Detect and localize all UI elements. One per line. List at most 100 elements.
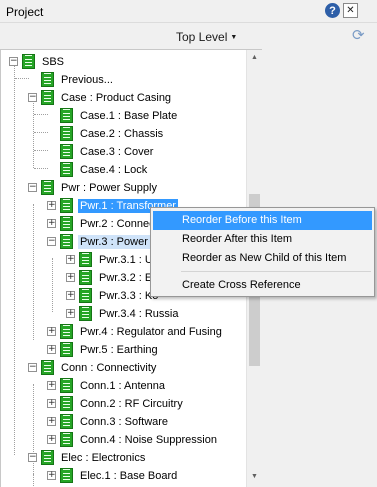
document-icon (22, 54, 35, 69)
tree-item-pwr-3-3[interactable]: + Pwr.3.3 : Ko (66, 287, 160, 304)
tree-item-pwr-5[interactable]: + Pwr.5 : Earthing (47, 341, 160, 358)
tree-item-label: Conn.2 : RF Circuitry (80, 397, 183, 410)
panel-title-bar: Project ? ✕ (0, 0, 377, 23)
tree-item-case-1[interactable]: Case.1 : Base Plate (47, 107, 179, 124)
toolbar: Top Level ▼ ⟳ (0, 23, 377, 49)
tree-item-label: Pwr.5 : Earthing (80, 343, 158, 356)
tree-item-pwr-3[interactable]: − Pwr.3 : Power C (47, 233, 161, 250)
document-icon (41, 72, 54, 87)
document-icon (79, 288, 92, 303)
tree-item-label: Case.2 : Chassis (80, 127, 164, 140)
close-icon[interactable]: ✕ (343, 3, 358, 18)
document-icon (60, 378, 73, 393)
document-icon (60, 144, 73, 159)
tree-item-label: Conn.1 : Antenna (80, 379, 166, 392)
tree-item-case-4[interactable]: Case.4 : Lock (47, 161, 149, 178)
menu-item-create-cross-reference[interactable]: Create Cross Reference (153, 276, 372, 295)
document-icon (60, 108, 73, 123)
level-dropdown[interactable]: Top Level ▼ (176, 30, 237, 44)
context-menu: Reorder Before this Item Reorder After t… (150, 207, 375, 297)
tree-item-label: SBS (42, 55, 65, 68)
tree-item-label: Pwr : Power Supply (61, 181, 157, 194)
tree-item-label: Pwr.2 : Connec (80, 217, 155, 230)
expand-icon[interactable]: + (66, 291, 75, 300)
tree-item-pwr-3-1[interactable]: + Pwr.3.1 : UI (66, 251, 158, 268)
tree-item-conn-4[interactable]: + Conn.4 : Noise Suppression (47, 431, 219, 448)
chevron-down-icon: ▼ (230, 34, 238, 42)
document-icon (79, 306, 92, 321)
expand-icon[interactable]: + (47, 399, 56, 408)
document-icon (60, 468, 73, 483)
scroll-up-icon[interactable]: ▲ (251, 54, 258, 61)
menu-item-reorder-as-child[interactable]: Reorder as New Child of this Item (153, 249, 372, 268)
document-icon (60, 342, 73, 357)
tree-item-conn-2[interactable]: + Conn.2 : RF Circuitry (47, 395, 185, 412)
refresh-icon[interactable]: ⟳ (352, 28, 370, 44)
expand-icon[interactable]: + (66, 255, 75, 264)
tree-item-label: Elec.1 : Base Board (80, 469, 178, 482)
document-icon (60, 162, 73, 177)
expand-icon[interactable]: + (47, 201, 56, 210)
tree-item-sbs[interactable]: − SBS (9, 53, 66, 70)
collapse-icon[interactable]: − (9, 57, 18, 66)
tree-item-conn-1[interactable]: + Conn.1 : Antenna (47, 377, 167, 394)
level-dropdown-label: Top Level (176, 30, 228, 44)
collapse-icon[interactable]: − (28, 363, 37, 372)
menu-item-reorder-after[interactable]: Reorder After this Item (153, 230, 372, 249)
tree-item-case[interactable]: − Case : Product Casing (28, 89, 173, 106)
document-icon (60, 234, 73, 249)
document-icon (79, 270, 92, 285)
document-icon (41, 90, 54, 105)
expand-icon[interactable]: + (47, 435, 56, 444)
tree-item-label: Conn : Connectivity (61, 361, 157, 374)
collapse-icon[interactable]: − (47, 237, 56, 246)
help-icon[interactable]: ? (325, 3, 340, 18)
tree-item-label: Pwr.3 : Power C (78, 234, 161, 249)
menu-separator (181, 271, 371, 272)
tree-item-conn[interactable]: − Conn : Connectivity (28, 359, 158, 376)
tree-item-label: Conn.4 : Noise Suppression (80, 433, 217, 446)
expand-icon[interactable]: + (47, 345, 56, 354)
menu-item-reorder-before[interactable]: Reorder Before this Item (153, 211, 372, 230)
collapse-icon[interactable]: − (28, 453, 37, 462)
tree-item-label: Conn.3 : Software (80, 415, 169, 428)
document-icon (60, 198, 73, 213)
expand-icon[interactable]: + (66, 309, 75, 318)
tree-item-case-3[interactable]: Case.3 : Cover (47, 143, 155, 160)
tree-item-pwr-3-2[interactable]: + Pwr.3.2 : EU (66, 269, 162, 286)
expand-icon[interactable]: + (66, 273, 75, 282)
document-icon (60, 432, 73, 447)
tree-item-conn-3[interactable]: + Conn.3 : Software (47, 413, 170, 430)
tree-item-pwr-2[interactable]: + Pwr.2 : Connec (47, 215, 157, 232)
document-icon (60, 126, 73, 141)
tree-item-label: Case.4 : Lock (80, 163, 148, 176)
expand-icon[interactable]: + (47, 417, 56, 426)
tree-item-label: Case.1 : Base Plate (80, 109, 178, 122)
expand-icon[interactable]: + (47, 219, 56, 228)
tree-item-pwr-3-4[interactable]: + Pwr.3.4 : Russia (66, 305, 180, 322)
tree-item-label: Pwr.3.4 : Russia (99, 307, 179, 320)
tree-item-label: Pwr.4 : Regulator and Fusing (80, 325, 222, 338)
document-icon (41, 180, 54, 195)
expand-icon[interactable]: + (47, 381, 56, 390)
collapse-icon[interactable]: − (28, 93, 37, 102)
panel-title: Project (6, 5, 44, 19)
tree-item-label: Case.3 : Cover (80, 145, 154, 158)
tree-item-label: Pwr.3.1 : UI (99, 253, 156, 266)
document-icon (41, 360, 54, 375)
scroll-down-icon[interactable]: ▼ (251, 473, 258, 480)
document-icon (60, 324, 73, 339)
tree-item-elec-1[interactable]: + Elec.1 : Base Board (47, 467, 179, 484)
tree-item-case-2[interactable]: Case.2 : Chassis (47, 125, 165, 142)
document-icon (41, 450, 54, 465)
tree-item-label: Case : Product Casing (61, 91, 172, 104)
tree-item-label: Previous... (61, 73, 113, 86)
tree-item-previous[interactable]: Previous... (28, 71, 115, 88)
tree-item-pwr[interactable]: − Pwr : Power Supply (28, 179, 159, 196)
tree-item-pwr-4[interactable]: + Pwr.4 : Regulator and Fusing (47, 323, 224, 340)
tree-item-elec[interactable]: − Elec : Electronics (28, 449, 147, 466)
expand-icon[interactable]: + (47, 471, 56, 480)
document-icon (60, 414, 73, 429)
collapse-icon[interactable]: − (28, 183, 37, 192)
expand-icon[interactable]: + (47, 327, 56, 336)
